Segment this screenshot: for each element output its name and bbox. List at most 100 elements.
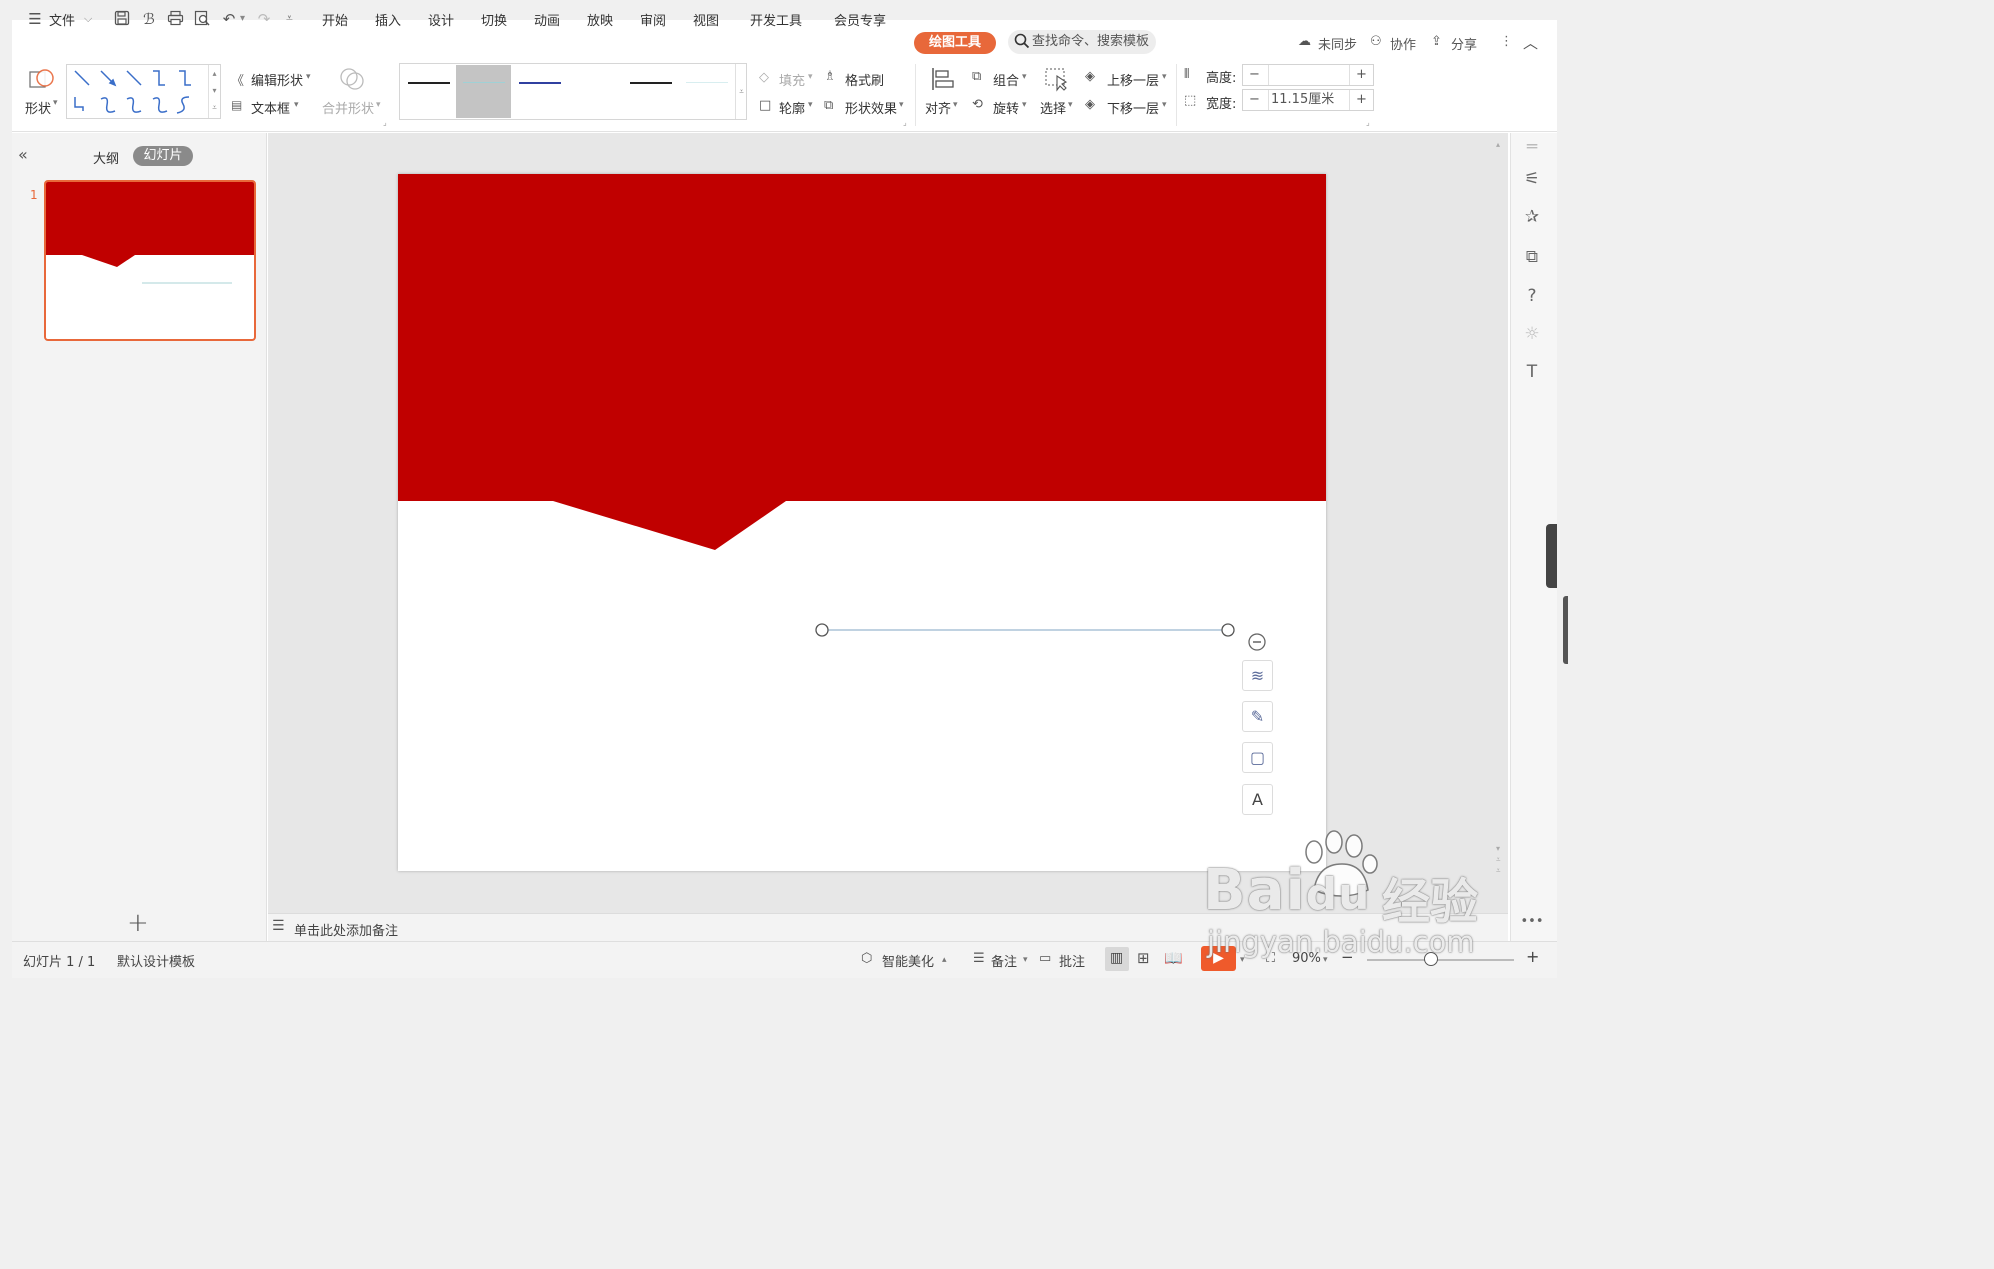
template-name[interactable]: 默认设计模板 xyxy=(117,951,195,970)
size-launcher-icon[interactable]: ⌟ xyxy=(1366,118,1370,127)
outline-button[interactable]: 轮廓 xyxy=(779,98,805,117)
tab-view[interactable]: 视图 xyxy=(693,10,719,29)
tab-slideshow[interactable]: 放映 xyxy=(587,10,613,29)
tab-review[interactable]: 审阅 xyxy=(640,10,666,29)
dialog-launcher-icon[interactable]: ⌟ xyxy=(383,118,387,127)
height-field[interactable]: − + xyxy=(1242,64,1374,86)
scroll-page-icons[interactable]: ▾ ⩡ ⩡ xyxy=(1496,843,1501,876)
collaborate-button[interactable]: 协作 xyxy=(1390,34,1416,53)
height-increment[interactable]: + xyxy=(1356,65,1367,85)
outline-style-button[interactable]: ▢ xyxy=(1242,742,1273,773)
textbox-dropdown-icon[interactable]: ▾ xyxy=(294,100,299,110)
notes-dropdown-icon[interactable]: ▾ xyxy=(1023,955,1028,965)
format-painter-icon[interactable]: ♗ xyxy=(824,69,836,84)
print-icon[interactable] xyxy=(166,10,184,28)
style-faint[interactable] xyxy=(686,82,728,83)
fill-button[interactable]: 填充 xyxy=(779,70,805,89)
notes-placeholder[interactable]: 单击此处添加备注 xyxy=(294,920,398,939)
merge-shape-icon[interactable] xyxy=(338,66,366,96)
undo-dropdown-icon[interactable]: ▾ xyxy=(240,13,245,24)
bring-forward-icon[interactable]: ◈ xyxy=(1085,69,1095,84)
reading-view-icon[interactable]: 📖 xyxy=(1164,949,1183,967)
tab-animation[interactable]: 动画 xyxy=(534,10,560,29)
group-dropdown-icon[interactable]: ▾ xyxy=(1022,72,1027,82)
properties-icon[interactable]: ⚟ xyxy=(1520,167,1544,191)
effect-launcher-icon[interactable]: ⌟ xyxy=(903,118,907,127)
more-options-icon[interactable]: ⋮ xyxy=(1500,34,1513,49)
gallery-scroll-icon[interactable]: ▴ ▾ ⩡ xyxy=(208,65,220,118)
text-style-button[interactable]: A xyxy=(1242,784,1273,815)
line-shapes-icon[interactable] xyxy=(71,65,211,119)
width-field[interactable]: − 11.15厘米 + xyxy=(1242,89,1374,111)
export-pdf-icon[interactable]: ℬ xyxy=(140,10,158,28)
tab-member[interactable]: 会员专享 xyxy=(834,10,886,29)
edit-shape-dropdown-icon[interactable]: ▾ xyxy=(306,72,311,82)
sync-status[interactable]: 未同步 xyxy=(1318,34,1357,53)
height-decrement[interactable]: − xyxy=(1249,65,1260,85)
width-value[interactable]: 11.15厘米 xyxy=(1271,90,1334,110)
share-button[interactable]: 分享 xyxy=(1451,34,1477,53)
tab-developer[interactable]: 开发工具 xyxy=(750,10,802,29)
lightbulb-icon[interactable]: ☼ xyxy=(1520,322,1544,346)
notes-toggle-button[interactable]: 备注 xyxy=(991,951,1017,970)
zoom-slider-track[interactable] xyxy=(1367,959,1514,961)
bring-forward-dropdown-icon[interactable]: ▾ xyxy=(1162,72,1167,82)
share-icon[interactable]: ⇪ xyxy=(1431,34,1442,49)
group-button[interactable]: 组合 xyxy=(993,70,1019,89)
send-backward-icon[interactable]: ◈ xyxy=(1085,97,1095,112)
shape-effect-dropdown-icon[interactable]: ▾ xyxy=(899,100,904,110)
edit-shape-icon[interactable]: 《 xyxy=(231,70,244,89)
outline-dropdown-icon[interactable]: ▾ xyxy=(808,100,813,110)
hamburger-menu-icon[interactable]: ☰ xyxy=(26,10,44,28)
rotate-icon[interactable]: ⟲ xyxy=(972,97,983,112)
outline-icon[interactable]: □ xyxy=(759,98,771,113)
line-shape-gallery[interactable]: ▴ ▾ ⩡ xyxy=(66,64,221,119)
align-dropdown-icon[interactable]: ▾ xyxy=(953,100,958,110)
fill-icon[interactable]: ◇ xyxy=(759,70,769,85)
beautify-icon[interactable]: ⬡ xyxy=(861,951,872,966)
layers-button[interactable]: ≋ xyxy=(1242,660,1273,691)
save-icon[interactable] xyxy=(113,10,131,28)
comments-icon[interactable]: ▭ xyxy=(1039,951,1051,966)
edit-shape-button[interactable]: 编辑形状 xyxy=(251,70,303,89)
send-backward-button[interactable]: 下移一层 xyxy=(1107,98,1159,117)
rotate-button[interactable]: 旋转 xyxy=(993,98,1019,117)
line-style-gallery[interactable]: ⩡ xyxy=(399,63,747,120)
print-preview-icon[interactable] xyxy=(193,10,211,28)
rotate-dropdown-icon[interactable]: ▾ xyxy=(1022,100,1027,110)
shape-icon[interactable] xyxy=(28,66,56,96)
tab-slides[interactable]: 幻灯片 xyxy=(133,146,193,166)
bring-forward-button[interactable]: 上移一层 xyxy=(1107,70,1159,89)
tab-outline[interactable]: 大纲 xyxy=(93,148,119,167)
more-sidebar-icon[interactable]: ••• xyxy=(1520,910,1544,934)
tab-home[interactable]: 开始 xyxy=(322,10,348,29)
group-icon[interactable]: ⧉ xyxy=(972,69,981,84)
tab-insert[interactable]: 插入 xyxy=(375,10,401,29)
scroll-up-icon[interactable]: ▴ xyxy=(1496,140,1500,149)
fill-dropdown-icon[interactable]: ▾ xyxy=(808,72,813,82)
comments-button[interactable]: 批注 xyxy=(1059,951,1085,970)
tab-design[interactable]: 设计 xyxy=(428,10,454,29)
style-solid-black[interactable] xyxy=(408,82,450,84)
chevron-down-icon[interactable]: ⌵ xyxy=(84,12,92,26)
slide-thumbnail[interactable] xyxy=(44,180,256,341)
format-painter-button[interactable]: 格式刷 xyxy=(845,70,884,89)
normal-view-button[interactable]: ▥ xyxy=(1105,947,1129,971)
slide[interactable] xyxy=(398,174,1326,871)
collaborate-icon[interactable]: ⚇ xyxy=(1370,34,1382,49)
sidebar-handle[interactable] xyxy=(1546,524,1557,588)
help-icon[interactable]: ? xyxy=(1520,284,1544,308)
send-backward-dropdown-icon[interactable]: ▾ xyxy=(1162,100,1167,110)
slide-sorter-icon[interactable]: ⊞ xyxy=(1137,949,1150,967)
tab-transition[interactable]: 切换 xyxy=(481,10,507,29)
collapse-panel-icon[interactable]: « xyxy=(18,145,28,164)
style-blue[interactable] xyxy=(519,82,561,84)
beautify-dropdown-icon[interactable]: ▴ xyxy=(942,955,947,965)
select-icon[interactable] xyxy=(1044,66,1070,96)
file-menu[interactable]: 文件 xyxy=(49,10,75,29)
notes-toggle-icon[interactable]: ☰ xyxy=(973,951,985,966)
align-icon[interactable] xyxy=(930,66,956,96)
select-dropdown-icon[interactable]: ▾ xyxy=(1068,100,1073,110)
edge-handle[interactable] xyxy=(1563,596,1568,664)
shape-button[interactable]: 形状 xyxy=(25,98,51,117)
